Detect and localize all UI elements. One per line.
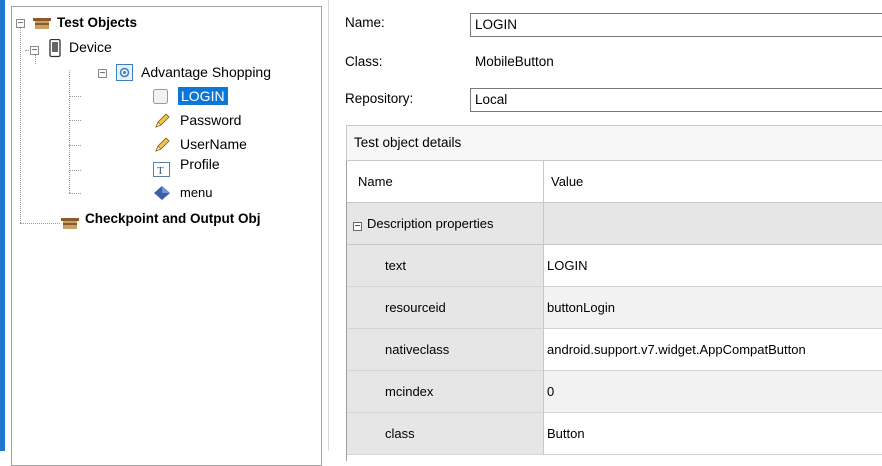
application-icon <box>116 64 133 81</box>
property-row[interactable]: mcindex 0 <box>347 371 882 413</box>
property-name: mcindex <box>347 371 544 413</box>
tree-node-advantage-shopping[interactable]: − Advantage Shopping <box>12 63 317 83</box>
tree-node-password[interactable]: Password <box>12 111 312 131</box>
property-row[interactable]: class Button <box>347 413 882 455</box>
object-tree-pane[interactable]: − Test Objects − Device − Advantage Shop… <box>11 6 322 466</box>
property-value[interactable]: buttonLogin <box>544 287 882 329</box>
section-row-description-properties[interactable]: − Description properties <box>347 203 882 245</box>
svg-text:T: T <box>157 165 164 177</box>
tree-label-username: UserName <box>180 136 247 152</box>
tree-label-device: Device <box>69 39 112 55</box>
tree-label-password: Password <box>180 112 242 128</box>
tree-node-profile[interactable]: T Profile <box>12 156 312 179</box>
name-field[interactable]: LOGIN <box>470 13 882 37</box>
tree-node-login[interactable]: LOGIN <box>12 87 312 107</box>
textbox-icon: T <box>153 162 170 177</box>
button-icon <box>153 89 168 104</box>
name-label: Name: <box>345 15 385 30</box>
column-header-value[interactable]: Value <box>544 161 882 203</box>
property-value[interactable]: LOGIN <box>544 245 882 287</box>
properties-grid[interactable]: Name Value − Description properties text … <box>346 161 882 461</box>
tree-label-test-objects: Test Objects <box>57 15 138 30</box>
class-value: MobileButton <box>475 54 554 69</box>
tree-node-menu[interactable]: menu <box>12 183 312 203</box>
property-row[interactable]: nativeclass android.support.v7.widget.Ap… <box>347 329 882 371</box>
repository-icon <box>33 18 51 29</box>
section-value-cell <box>544 203 882 245</box>
property-name: class <box>347 413 544 455</box>
pencil-icon <box>155 137 170 152</box>
collapse-icon[interactable]: − <box>98 69 107 79</box>
tree-node-device[interactable]: − Device <box>12 38 312 58</box>
pane-splitter[interactable] <box>328 0 329 451</box>
property-name: nativeclass <box>347 329 544 371</box>
repository-field[interactable]: Local <box>470 88 882 112</box>
diamond-object-icon <box>154 186 170 200</box>
tree-label-advantage-shopping: Advantage Shopping <box>141 64 271 80</box>
property-name: resourceid <box>347 287 544 329</box>
repository-icon <box>61 218 79 229</box>
test-object-details-header: Test object details <box>346 125 882 161</box>
property-value[interactable]: 0 <box>544 371 882 413</box>
tree-label-checkpoints: Checkpoint and Output Obj <box>85 211 261 226</box>
tree-node-test-objects[interactable]: − Test Objects <box>12 14 312 34</box>
tree-label-menu: menu <box>180 185 213 200</box>
mobile-device-icon <box>49 39 61 58</box>
property-value[interactable]: Button <box>544 413 882 455</box>
collapse-icon[interactable]: − <box>30 46 39 56</box>
pencil-icon <box>155 113 170 128</box>
collapse-icon[interactable]: − <box>16 19 25 29</box>
tree-label-login: LOGIN <box>178 87 228 105</box>
tree-label-profile: Profile <box>180 156 220 172</box>
window-frame-accent <box>0 0 5 451</box>
property-row[interactable]: text LOGIN <box>347 245 882 287</box>
grid-header-row: Name Value <box>347 161 882 203</box>
column-header-name[interactable]: Name <box>347 161 544 203</box>
repository-label: Repository: <box>345 91 414 106</box>
property-row[interactable]: resourceid buttonLogin <box>347 287 882 329</box>
property-value[interactable]: android.support.v7.widget.AppCompatButto… <box>544 329 882 371</box>
section-cell: − Description properties <box>347 203 544 245</box>
class-label: Class: <box>345 54 383 69</box>
property-name: text <box>347 245 544 287</box>
section-label: Description properties <box>367 216 494 231</box>
tree-node-username[interactable]: UserName <box>12 135 312 155</box>
collapse-icon[interactable]: − <box>353 222 362 232</box>
tree-node-checkpoints[interactable]: Checkpoint and Output Obj <box>12 209 317 229</box>
